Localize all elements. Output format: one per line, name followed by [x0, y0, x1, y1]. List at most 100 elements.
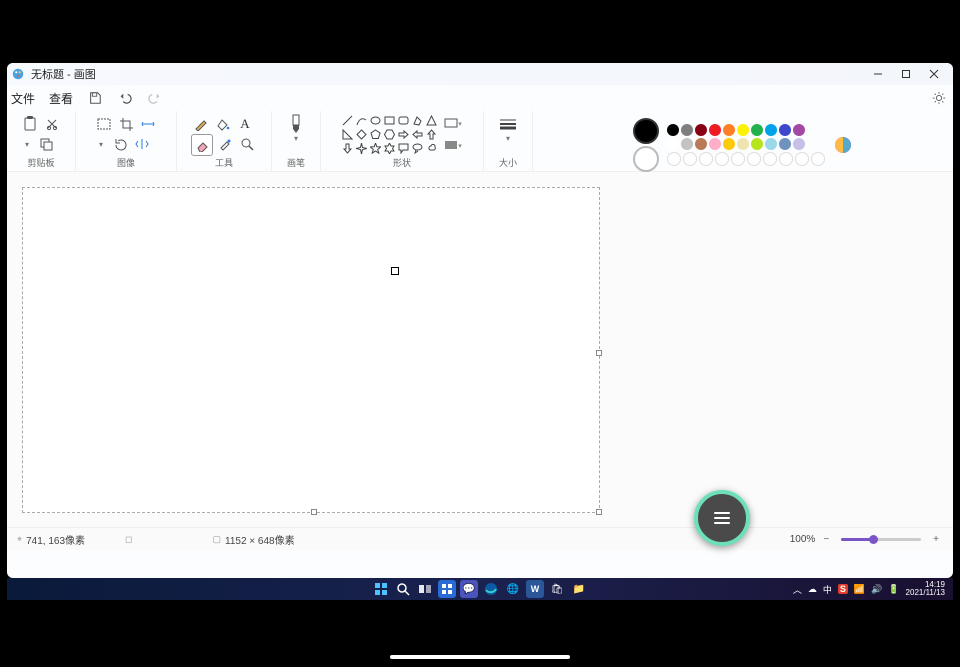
shape-outline-button[interactable]: ▾: [443, 114, 463, 134]
taskbar-explorer-button[interactable]: 🌐: [504, 580, 522, 598]
shape-curve[interactable]: [355, 114, 367, 126]
eraser-tool[interactable]: [191, 134, 213, 156]
save-icon[interactable]: [87, 90, 103, 106]
size-dropdown[interactable]: ▾: [506, 134, 510, 143]
shapes-gallery[interactable]: [341, 114, 437, 154]
color-swatch[interactable]: [779, 124, 791, 136]
shape-callout-oval[interactable]: [411, 142, 423, 154]
resize-handle-bottom[interactable]: [311, 509, 317, 515]
custom-color-slot[interactable]: [747, 152, 761, 166]
color-swatch[interactable]: [751, 124, 763, 136]
custom-color-slot[interactable]: [795, 152, 809, 166]
tray-onedrive-icon[interactable]: ☁: [808, 584, 817, 595]
tray-sogou-icon[interactable]: S: [838, 584, 848, 594]
color-swatch[interactable]: [751, 138, 763, 150]
color-swatch[interactable]: [709, 124, 721, 136]
tray-wifi-icon[interactable]: 📶: [854, 584, 865, 595]
color-swatch[interactable]: [793, 138, 805, 150]
zoom-out-button[interactable]: −: [819, 534, 833, 545]
tray-volume-icon[interactable]: 🔊: [871, 584, 882, 595]
taskbar-store-button[interactable]: 🛍: [548, 580, 566, 598]
custom-color-slot[interactable]: [779, 152, 793, 166]
shape-5star[interactable]: [369, 142, 381, 154]
zoom-slider[interactable]: [841, 538, 921, 541]
taskbar-word-button[interactable]: W: [526, 580, 544, 598]
resize-button[interactable]: [138, 114, 158, 134]
custom-color-slot[interactable]: [667, 152, 681, 166]
paste-button[interactable]: [20, 114, 40, 134]
custom-color-slot[interactable]: [763, 152, 777, 166]
crop-button[interactable]: [116, 114, 136, 134]
shape-diamond[interactable]: [355, 128, 367, 140]
tray-battery-icon[interactable]: 🔋: [888, 584, 899, 595]
color-swatch[interactable]: [723, 124, 735, 136]
shape-4star[interactable]: [355, 142, 367, 154]
color-swatch[interactable]: [765, 138, 777, 150]
shape-6star[interactable]: [383, 142, 395, 154]
color-swatch[interactable]: [667, 124, 679, 136]
shape-rounded-rect[interactable]: [397, 114, 409, 126]
shape-right-triangle[interactable]: [341, 128, 353, 140]
magnifier-tool[interactable]: [237, 134, 257, 154]
taskbar-edge-button[interactable]: [482, 580, 500, 598]
canvas[interactable]: [22, 187, 600, 513]
custom-color-slot[interactable]: [699, 152, 713, 166]
tray-ime-icon[interactable]: 中: [823, 583, 832, 596]
home-indicator[interactable]: [390, 655, 570, 659]
shape-callout-rect[interactable]: [397, 142, 409, 154]
menu-file[interactable]: 文件: [11, 90, 35, 107]
custom-color-slot[interactable]: [731, 152, 745, 166]
resize-handle-corner[interactable]: [596, 509, 602, 515]
shape-hexagon[interactable]: [383, 128, 395, 140]
taskbar-folder-button[interactable]: 📁: [570, 580, 588, 598]
color-swatch[interactable]: [709, 138, 721, 150]
resize-handle-right[interactable]: [596, 350, 602, 356]
color-swatch[interactable]: [695, 124, 707, 136]
taskbar-search-button[interactable]: [394, 580, 412, 598]
redo-icon[interactable]: [147, 90, 163, 106]
floating-menu-button[interactable]: [694, 490, 750, 546]
shape-arrow-up[interactable]: [425, 128, 437, 140]
color-swatch[interactable]: [723, 138, 735, 150]
close-button[interactable]: [927, 67, 941, 81]
color-swatch[interactable]: [695, 138, 707, 150]
tray-clock[interactable]: 14:19 2021/11/13: [906, 581, 945, 597]
color-swatch[interactable]: [793, 124, 805, 136]
menu-view[interactable]: 查看: [49, 90, 73, 107]
shape-arrow-right[interactable]: [397, 128, 409, 140]
brushes-dropdown[interactable]: ▾: [294, 134, 298, 143]
shape-arrow-left[interactable]: [411, 128, 423, 140]
text-tool[interactable]: A: [235, 114, 255, 134]
zoom-in-button[interactable]: +: [929, 534, 943, 545]
taskbar-widgets-button[interactable]: [438, 580, 456, 598]
shape-fill-button[interactable]: ▾: [443, 136, 463, 156]
taskbar-start-button[interactable]: [372, 580, 390, 598]
fill-tool[interactable]: [213, 114, 233, 134]
shape-arrow-down[interactable]: [341, 142, 353, 154]
rotate-button[interactable]: [110, 134, 130, 154]
color-swatch[interactable]: [737, 138, 749, 150]
custom-color-slot[interactable]: [715, 152, 729, 166]
shape-oval[interactable]: [369, 114, 381, 126]
color-swatch[interactable]: [681, 138, 693, 150]
shape-polygon[interactable]: [411, 114, 423, 126]
tray-chevron-icon[interactable]: ︿: [793, 583, 802, 596]
edit-colors-button[interactable]: [833, 135, 853, 155]
shape-triangle[interactable]: [425, 114, 437, 126]
custom-color-slot[interactable]: [811, 152, 825, 166]
shape-pentagon[interactable]: [369, 128, 381, 140]
select-dropdown[interactable]: ▾: [94, 134, 108, 154]
taskbar-chat-button[interactable]: 💬: [460, 580, 478, 598]
flip-button[interactable]: [132, 134, 152, 154]
minimize-button[interactable]: [871, 67, 885, 81]
undo-icon[interactable]: [117, 90, 133, 106]
select-rect-button[interactable]: [94, 114, 114, 134]
custom-color-slot[interactable]: [683, 152, 697, 166]
settings-icon[interactable]: [931, 90, 947, 106]
cut-button[interactable]: [42, 114, 62, 134]
maximize-button[interactable]: [899, 67, 913, 81]
paste-dropdown[interactable]: ▾: [20, 134, 34, 154]
brushes-button[interactable]: [284, 114, 308, 134]
shape-callout-cloud[interactable]: [425, 142, 437, 154]
shape-line[interactable]: [341, 114, 353, 126]
